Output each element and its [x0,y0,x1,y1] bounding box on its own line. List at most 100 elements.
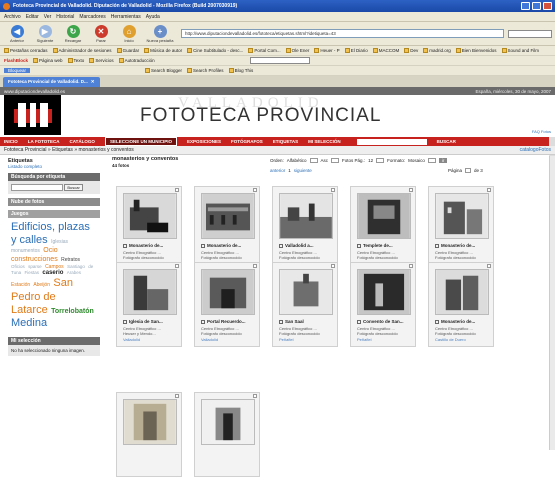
breadcrumb-path[interactable]: Fototeca Provincial » Etiquetas » monast… [4,147,134,153]
minimize-button[interactable] [521,2,530,10]
photo-title[interactable]: Monasterio de... [435,243,475,248]
nav-catalogo[interactable]: CATÁLOGO [70,139,95,144]
menu-ayuda[interactable]: Ayuda [146,14,160,20]
bookmark-item[interactable]: Música de autor [144,48,182,53]
dropdown-icon[interactable] [309,158,318,163]
tag-link[interactable]: Pedro de Latarce [11,291,56,316]
juegos-link[interactable]: Juegos [8,210,100,218]
bookmark-item[interactable]: Administrador de sesiones [52,48,112,53]
stop-button[interactable]: ✕ Parar [87,24,115,43]
select-checkbox[interactable] [175,188,179,192]
tag-link[interactable]: monumentos [11,248,40,254]
checkbox-icon[interactable] [435,243,439,248]
photo-card[interactable]: Monasterio de... Centro Etnográfico ... Fo… [116,186,182,271]
photo-place[interactable]: Castillo de Duero [435,337,466,342]
search-blogger-button[interactable]: Search Blogger [145,68,182,73]
nube-link[interactable]: Nube de fotos [8,198,100,206]
bookmark-item[interactable]: Pestañas cerradas [4,48,48,53]
bookmark-item[interactable]: madrid.org [423,48,451,53]
diputacion-logo[interactable] [4,95,61,135]
photo-title[interactable]: Iglesia de San... [123,319,163,324]
tag-link[interactable]: Medina [11,317,47,329]
close-tab-icon[interactable]: ✕ [91,79,95,85]
breadcrumb-right[interactable]: catalogoFotos [520,147,551,153]
search-box[interactable] [508,29,552,38]
format-select[interactable]: Mosaico [408,158,425,163]
photo-card[interactable]: Templete de... Centro Etnográfico ... Fotó… [350,186,416,271]
order-select[interactable]: Alfabético [287,158,307,163]
checkbox-icon[interactable] [279,319,283,324]
close-button[interactable] [543,2,552,10]
nav-inicio[interactable]: INICIO [4,139,18,144]
tag-link[interactable]: Retratos [61,257,80,263]
photo-card[interactable]: Monasterio de... Centro Etnográfico ... Fo… [428,262,494,347]
faq-link[interactable]: FAQ Fotos [532,129,551,134]
photo-title[interactable]: San Saal [279,319,304,324]
select-checkbox[interactable] [253,264,257,268]
tag-link[interactable]: caserio [42,270,63,276]
photo-card[interactable] [194,392,260,477]
tag-link[interactable]: sparse [28,264,42,269]
menu-ver[interactable]: Ver [44,14,52,20]
photo-place[interactable]: Peñafiel [279,337,293,342]
checkbox-icon[interactable] [201,243,205,248]
municipio-select[interactable]: SELECCIONE UN MUNICIPIO [104,137,177,146]
photo-thumbnail[interactable] [201,399,255,445]
photo-thumbnail[interactable] [357,193,411,239]
toolbar-item[interactable]: Servicios [89,58,114,63]
tag-link[interactable]: Iglesias [51,239,68,245]
photo-thumbnail[interactable] [123,269,177,315]
select-checkbox[interactable] [487,264,491,268]
forward-button[interactable]: ▶ Siguiente [31,24,59,43]
tags-full-list-link[interactable]: Listado completo [8,164,100,169]
tag-link[interactable]: y calles [11,234,48,246]
maximize-button[interactable] [532,2,541,10]
dropdown-icon[interactable] [427,158,436,163]
photo-thumbnail[interactable] [201,193,255,239]
photo-title[interactable]: Monasterio de... [201,243,241,248]
photo-thumbnail[interactable] [357,269,411,315]
toolbar-item[interactable]: Autotraducción [118,58,155,63]
photo-title[interactable]: Portal Recuerdo... [201,319,246,324]
photo-title[interactable]: Convento de San... [357,319,404,324]
tag-link[interactable]: Arabes [67,270,81,275]
direction-select[interactable]: Asc [321,158,329,163]
tag-link[interactable]: Abeijón [33,282,50,288]
bookmark-item[interactable]: Heuer - P [314,48,340,53]
checkbox-icon[interactable] [357,243,361,248]
checkbox-icon[interactable] [435,319,439,324]
photo-card[interactable]: San Saal Centro Etnográfico ... Fotógrafo … [272,262,338,347]
dropdown-icon[interactable] [376,158,385,163]
checkbox-icon[interactable] [357,319,361,324]
tag-link[interactable]: San [53,277,73,289]
search-profiles-button[interactable]: Search Profiles [187,68,224,73]
photo-thumbnail[interactable] [201,269,255,315]
nav-fotografos[interactable]: FOTÓGRAFOS [231,139,263,144]
prev-page-link[interactable]: anterior [270,168,285,173]
new-tab-button[interactable]: + Nueva pestaña [143,24,177,43]
photo-card[interactable]: Portal Recuerdo... Centro Etnográfico ...… [194,262,260,347]
page-number[interactable]: 1 [288,168,291,173]
toolbar-item[interactable]: Página web [33,58,63,63]
bookmark-item[interactable]: Cine Subtitulado - desc... [187,48,243,53]
back-button[interactable]: ◀ Anterior [3,24,31,43]
photo-place[interactable]: Peñafiel [357,337,371,342]
toolbar-item[interactable]: Bloquear [4,68,31,73]
page-input[interactable] [465,168,472,173]
tag-link[interactable]: construcciones [11,256,58,263]
photo-card[interactable]: Monasterio de... Centro Etnográfico ... Fo… [428,186,494,271]
nav-etiquetas[interactable]: ETIQUETAS [273,139,298,144]
photo-card[interactable]: Convento de San... Centro Etnográfico ...… [350,262,416,347]
select-checkbox[interactable] [409,264,413,268]
photo-card[interactable]: Iglesia de San... Centro Etnográfico ... H… [116,262,182,347]
nav-fototeca[interactable]: LA FOTOTECA [28,139,60,144]
checkbox-icon[interactable] [201,319,205,324]
tag-link[interactable]: Torrelobatón [51,308,94,315]
menu-archivo[interactable]: Archivo [4,14,21,20]
photo-thumbnail[interactable] [279,193,333,239]
vertical-scrollbar[interactable] [549,156,555,450]
tag-link[interactable]: Oficios [11,264,25,269]
site-search-input[interactable] [356,138,427,145]
nav-exposiciones[interactable]: EXPOSICIONES [187,139,221,144]
checkbox-icon[interactable] [123,243,127,248]
